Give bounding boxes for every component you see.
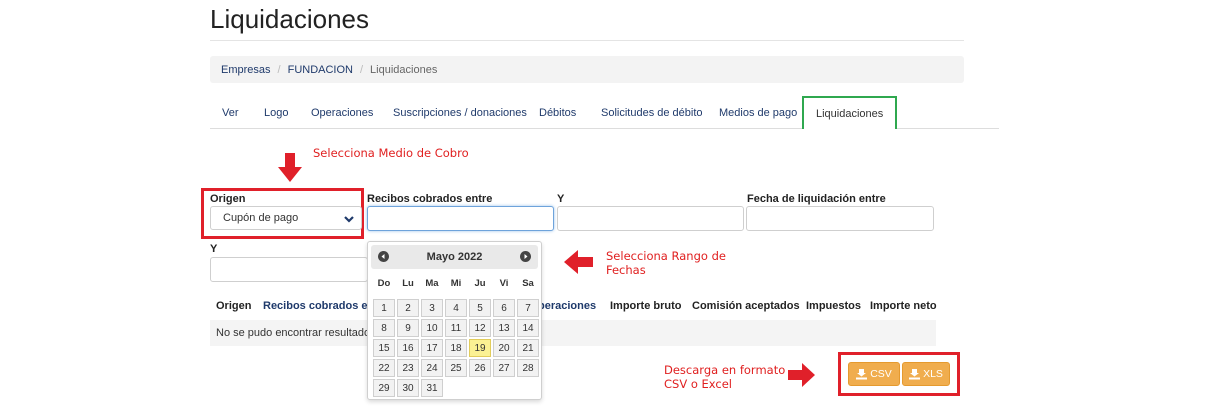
calendar-day[interactable]: 18 <box>445 339 467 357</box>
tab-solicitudes-debito[interactable]: Solicitudes de débito <box>601 96 703 129</box>
calendar-day[interactable]: 12 <box>469 319 491 337</box>
download-icon <box>856 368 868 379</box>
datepicker: Mayo 2022 Do Lu Ma Mi Ju Vi Sa 1 2 3 4 5 6 7 8 9 10 11 12 1… <box>367 241 542 400</box>
annotation-rango-fechas-line2: Fechas <box>606 263 646 277</box>
recibos-y-label: Y <box>557 193 565 205</box>
csv-download-label: CSV <box>870 368 892 380</box>
calendar-day[interactable]: 17 <box>421 339 443 357</box>
weekday-header: Do <box>377 278 391 289</box>
weekday-header: Mi <box>450 278 462 289</box>
col-recibos-cobrados[interactable]: Recibos cobrados el <box>263 300 371 312</box>
tab-debitos[interactable]: Débitos <box>539 96 576 129</box>
col-impuestos: Impuestos <box>806 300 862 312</box>
col-origen: Origen <box>216 300 252 312</box>
tab-liquidaciones[interactable]: Liquidaciones <box>802 96 898 129</box>
datepicker-header: Mayo 2022 <box>371 245 538 269</box>
arrow-right-icon <box>788 363 815 387</box>
weekday-header: Ma <box>425 278 439 289</box>
tab-suscripciones[interactable]: Suscripciones / donaciones <box>393 96 527 129</box>
chevron-right-icon <box>524 254 528 259</box>
origen-select[interactable]: Cupón de pago <box>210 206 362 230</box>
fecha-liquidacion-hasta-input[interactable] <box>210 257 368 282</box>
calendar-day[interactable]: 31 <box>421 379 443 397</box>
calendar-day[interactable]: 24 <box>421 359 443 377</box>
weekday-header: Ju <box>474 278 486 289</box>
annotation-descarga-line2: CSV o Excel <box>664 377 733 391</box>
annotation-rango-fechas-line1: Selecciona Rango de <box>606 249 726 263</box>
calendar-day-today[interactable]: 19 <box>469 339 491 357</box>
calendar-day[interactable]: 25 <box>445 359 467 377</box>
fecha-liquidacion-desde-input[interactable] <box>746 206 934 231</box>
annotation-descarga-line1: Descarga en formato <box>664 363 786 377</box>
weekday-header: Vi <box>499 278 509 289</box>
recibos-desde-input[interactable] <box>367 206 554 231</box>
annotation-descarga: Descarga en formato CSV o Excel <box>664 363 785 391</box>
calendar-day[interactable]: 4 <box>445 299 467 317</box>
nav-tabs: Ver Logo Operaciones Suscripciones / don… <box>210 96 999 129</box>
datepicker-month-label: Mayo 2022 <box>426 251 483 263</box>
calendar-day[interactable]: 23 <box>397 359 419 377</box>
next-month-button[interactable] <box>520 251 531 262</box>
calendar-day[interactable]: 15 <box>373 339 395 357</box>
chevron-down-icon <box>344 216 354 223</box>
table-empty-row: No se pudo encontrar resultados p <box>210 320 936 346</box>
download-icon <box>909 368 921 379</box>
annotation-medio-cobro: Selecciona Medio de Cobro <box>313 146 469 160</box>
calendar-day[interactable]: 5 <box>469 299 491 317</box>
recibos-hasta-input[interactable] <box>557 206 744 231</box>
annotation-rango-fechas: Selecciona Rango de Fechas <box>606 249 726 277</box>
calendar-day[interactable]: 7 <box>517 299 539 317</box>
calendar-day[interactable]: 28 <box>517 359 539 377</box>
tab-ver[interactable]: Ver <box>222 96 239 129</box>
calendar-day[interactable]: 16 <box>397 339 419 357</box>
calendar-day[interactable]: 13 <box>493 319 515 337</box>
breadcrumb-fundacion[interactable]: FUNDACION <box>288 64 353 76</box>
breadcrumb-separator: / <box>359 63 364 76</box>
calendar-day[interactable]: 9 <box>397 319 419 337</box>
calendar-day[interactable]: 3 <box>421 299 443 317</box>
col-importe-bruto: Importe bruto <box>610 300 682 312</box>
calendar-day[interactable]: 22 <box>373 359 395 377</box>
col-operaciones[interactable]: peraciones <box>538 300 596 312</box>
tab-operaciones[interactable]: Operaciones <box>311 96 373 129</box>
calendar-day[interactable]: 26 <box>469 359 491 377</box>
calendar-day[interactable]: 21 <box>517 339 539 357</box>
breadcrumb: Empresas / FUNDACION / Liquidaciones <box>210 56 964 83</box>
calendar-day[interactable]: 10 <box>421 319 443 337</box>
calendar-day[interactable]: 30 <box>397 379 419 397</box>
tab-logo[interactable]: Logo <box>264 96 288 129</box>
csv-download-button[interactable]: CSV <box>848 362 900 386</box>
tab-medios-pago[interactable]: Medios de pago <box>719 96 797 129</box>
arrow-left-icon <box>564 250 593 274</box>
calendar-day[interactable]: 14 <box>517 319 539 337</box>
fecha-liquidacion-label: Fecha de liquidación entre <box>747 193 886 205</box>
weekday-header: Lu <box>402 278 414 289</box>
calendar-day[interactable]: 6 <box>493 299 515 317</box>
fecha-liquidacion-y-label: Y <box>210 243 218 255</box>
recibos-label: Recibos cobrados entre <box>367 193 493 205</box>
origen-label: Origen <box>210 193 246 205</box>
calendar-day[interactable]: 11 <box>445 319 467 337</box>
origen-select-value: Cupón de pago <box>223 212 299 224</box>
chevron-left-icon <box>381 254 385 259</box>
title-divider <box>210 40 964 41</box>
page-title: Liquidaciones <box>210 4 370 34</box>
empty-message: No se pudo encontrar resultados p <box>216 327 385 339</box>
calendar-day[interactable]: 27 <box>493 359 515 377</box>
col-importe-neto: Importe neto <box>870 300 937 312</box>
calendar-day[interactable]: 20 <box>493 339 515 357</box>
xls-download-button[interactable]: XLS <box>902 362 950 386</box>
breadcrumb-liquidaciones: Liquidaciones <box>370 63 438 76</box>
col-comision-aceptados: Comisión aceptados <box>692 300 800 312</box>
calendar-day[interactable]: 1 <box>373 299 395 317</box>
arrow-down-icon <box>278 153 302 182</box>
breadcrumb-separator: / <box>277 63 281 76</box>
calendar-day[interactable]: 29 <box>373 379 395 397</box>
prev-month-button[interactable] <box>378 251 389 262</box>
weekday-header: Sa <box>522 278 534 289</box>
breadcrumb-empresas[interactable]: Empresas <box>221 64 271 76</box>
xls-download-label: XLS <box>923 368 943 380</box>
calendar-day[interactable]: 8 <box>373 319 395 337</box>
calendar-day[interactable]: 2 <box>397 299 419 317</box>
